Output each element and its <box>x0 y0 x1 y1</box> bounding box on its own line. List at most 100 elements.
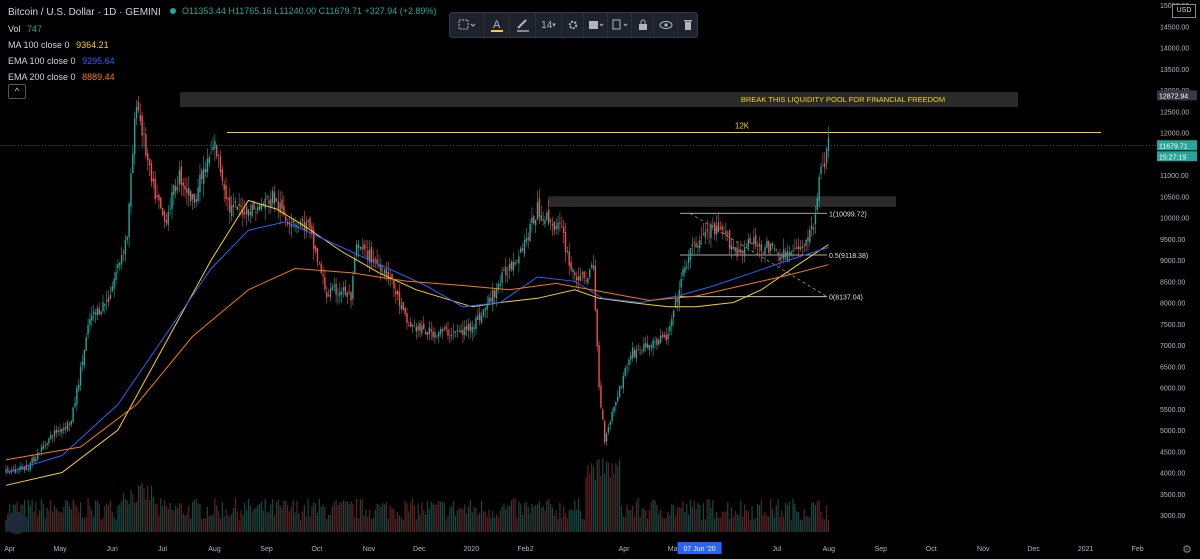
line-color-icon[interactable] <box>510 13 536 37</box>
candle-body <box>492 290 494 305</box>
volume-bar <box>740 500 742 532</box>
volume-bar <box>436 504 438 532</box>
volume-bar <box>756 504 759 532</box>
candle-body <box>46 443 48 445</box>
volume-bar <box>154 503 156 532</box>
volume-bar <box>508 506 511 532</box>
ema100-label[interactable]: EMA 100 close 0 <box>8 56 76 66</box>
volume-bar <box>803 509 805 532</box>
volume-bar <box>262 510 264 532</box>
delete-trash-icon[interactable] <box>678 13 697 37</box>
candle-body <box>79 366 82 386</box>
volume-bar <box>712 499 714 532</box>
ma100-label[interactable]: MA 100 close 0 <box>8 40 70 50</box>
candle-body <box>434 332 436 338</box>
volume-bar <box>382 503 384 532</box>
candle-body <box>477 315 479 320</box>
x-tick-label: Nov <box>363 546 376 553</box>
rectangle-tool-icon[interactable] <box>450 13 484 37</box>
volume-bar <box>303 504 305 532</box>
volume-bar <box>85 516 87 532</box>
volume-bar <box>326 519 328 532</box>
volume-bar <box>579 511 582 532</box>
candle-body <box>186 188 188 193</box>
candle-body <box>686 266 688 268</box>
candle-body <box>85 337 87 351</box>
candle-body <box>824 163 826 168</box>
candle-body <box>650 345 652 348</box>
candle-body <box>687 257 690 263</box>
volume-bar <box>451 506 453 532</box>
text-color-icon[interactable]: A <box>484 13 510 37</box>
symbol-title[interactable]: Bitcoin / U.S. Dollar · 1D · GEMINI <box>8 5 161 21</box>
volume-bar <box>807 515 809 532</box>
visibility-menu-icon[interactable] <box>608 13 632 37</box>
volume-bar <box>643 508 645 532</box>
template-icon[interactable] <box>584 13 608 37</box>
candle-body <box>264 198 266 209</box>
volume-bar <box>193 499 195 532</box>
volume-bar <box>348 504 350 532</box>
candle-body <box>693 242 695 244</box>
volume-bar <box>646 518 649 532</box>
candle-body <box>141 115 143 136</box>
collapse-legend-icon[interactable]: ^ <box>8 84 26 99</box>
candle-body <box>158 194 160 201</box>
volume-bar <box>523 502 526 532</box>
ema200-label[interactable]: EMA 200 close 0 <box>8 72 76 82</box>
volume-bar <box>715 512 718 532</box>
volume-bar <box>398 515 401 532</box>
candle-body <box>42 445 44 450</box>
candle-body <box>562 226 565 233</box>
lock-icon[interactable] <box>632 13 654 37</box>
volume-bar <box>760 499 762 532</box>
volume-bar <box>725 511 727 532</box>
volume-bar <box>799 519 802 532</box>
volume-bar <box>109 500 112 532</box>
settings-gear-icon[interactable] <box>562 13 584 37</box>
candle-body <box>402 302 404 310</box>
hide-eye-icon[interactable] <box>654 13 678 37</box>
volume-bar <box>380 506 382 532</box>
volume-bar <box>639 517 641 532</box>
volume-bar <box>113 517 115 532</box>
volume-bar <box>149 499 151 532</box>
volume-bar <box>542 506 544 532</box>
candle-body <box>63 427 65 431</box>
candle-body <box>762 252 764 254</box>
volume-bar <box>240 510 242 532</box>
candle-body <box>221 169 224 181</box>
candle-body <box>708 233 710 235</box>
candle-body <box>408 325 410 326</box>
volume-bar <box>533 506 535 532</box>
candle-body <box>784 252 787 257</box>
candle-body <box>822 164 824 166</box>
volume-bar <box>462 509 464 532</box>
candle-body <box>104 303 106 306</box>
volume-bar <box>139 485 141 532</box>
chart-settings-icon[interactable]: ⚙ <box>1182 543 1192 556</box>
price-chart[interactable]: 3000.00 3500.00 4000.00 4500.00 5000.00 5500.… <box>0 0 1200 559</box>
volume-bar <box>730 507 733 532</box>
volume-bar <box>522 514 524 532</box>
candle-body <box>35 458 37 462</box>
candle-body <box>70 420 72 425</box>
candle-body <box>529 223 531 242</box>
candle-body <box>557 222 559 229</box>
font-size-select[interactable]: 14 ▾ <box>536 13 562 37</box>
volume-bar <box>257 505 259 532</box>
candle-body <box>27 469 30 470</box>
volume-bar <box>300 519 302 532</box>
x-tick-label: Feb <box>1132 546 1144 553</box>
candle-body <box>723 233 725 234</box>
candle-body <box>697 245 699 248</box>
candle-body <box>607 426 610 433</box>
candle-body <box>184 185 186 190</box>
volume-bar <box>492 511 494 532</box>
x-tick-label: Nov <box>977 546 990 553</box>
volume-bar <box>206 506 209 532</box>
volume-bar <box>115 519 117 532</box>
currency-button[interactable]: USD <box>1172 4 1196 18</box>
volume-bar <box>311 506 313 532</box>
volume-bar <box>467 506 470 532</box>
